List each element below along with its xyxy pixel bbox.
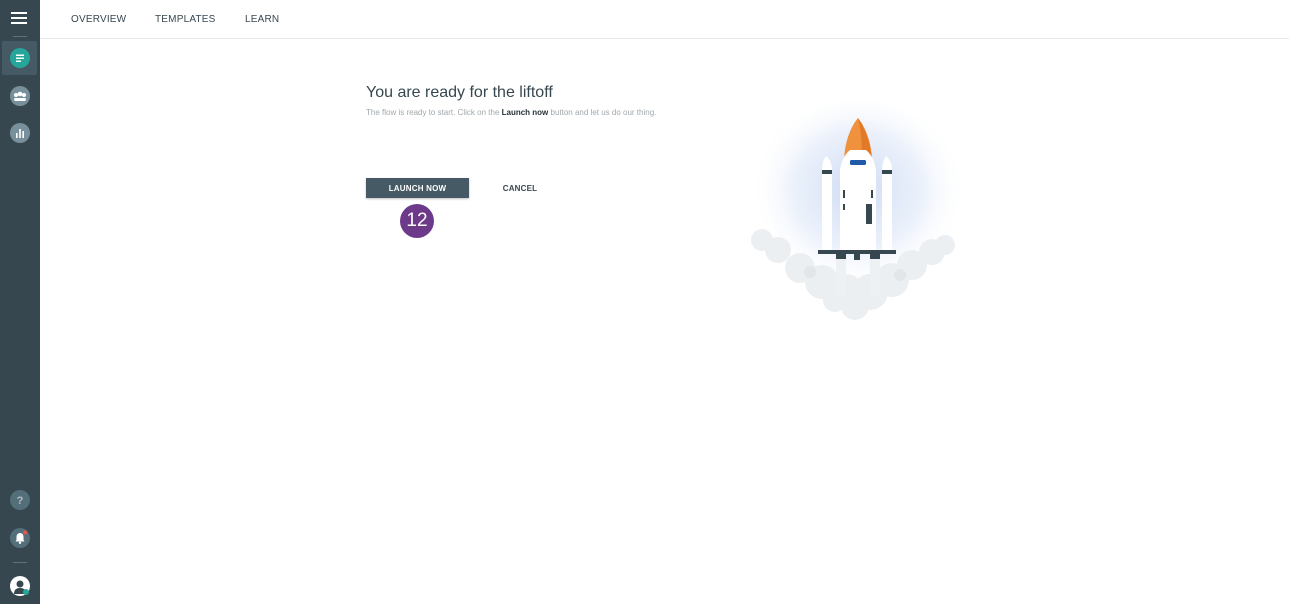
notifications-icon[interactable] (10, 528, 30, 548)
help-icon[interactable]: ? (10, 490, 30, 510)
page-title: You are ready for the liftoff (366, 84, 553, 101)
analytics-icon[interactable] (10, 123, 30, 143)
subtitle-bold: Launch now (501, 108, 549, 117)
step-number-badge: 12 (400, 204, 434, 238)
launch-now-button[interactable]: LAUNCH NOW (366, 178, 469, 198)
app-root: ? OVERVIEW TEMPLATES LEARN You are ready… (0, 0, 1289, 604)
tab-learn[interactable]: LEARN (245, 14, 279, 25)
subtitle-part-2: button and let us do our thing. (548, 108, 657, 117)
cancel-button[interactable]: CANCEL (494, 178, 546, 198)
tab-overview[interactable]: OVERVIEW (71, 14, 126, 25)
top-navigation: OVERVIEW TEMPLATES LEARN (40, 0, 1289, 39)
audience-icon[interactable] (10, 86, 30, 106)
flows-icon[interactable] (10, 48, 30, 68)
sidebar-divider (13, 36, 27, 37)
user-avatar-icon[interactable] (10, 576, 30, 596)
menu-icon[interactable] (11, 11, 29, 25)
page-subtitle: The flow is ready to start. Click on the… (366, 108, 656, 117)
sidebar: ? (0, 0, 40, 604)
tab-templates[interactable]: TEMPLATES (155, 14, 216, 25)
subtitle-part-1: The flow is ready to start. Click on the (366, 108, 502, 117)
rocket-launch-illustration (740, 100, 980, 330)
svg-text:?: ? (17, 495, 24, 507)
sidebar-divider-bottom (13, 562, 27, 563)
